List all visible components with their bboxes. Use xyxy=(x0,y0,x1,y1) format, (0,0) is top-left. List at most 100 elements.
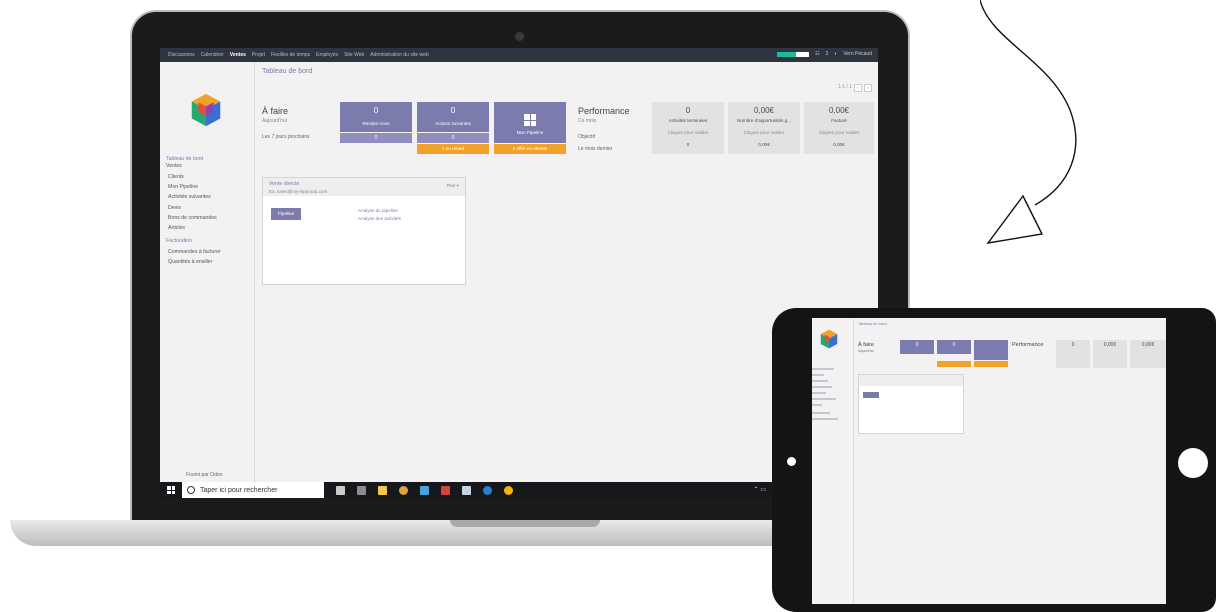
pager-value[interactable]: 1-1 / 1 xyxy=(838,84,852,92)
menu-ventes[interactable]: Ventes xyxy=(230,52,246,58)
pipeline-button[interactable]: Pipeline xyxy=(271,208,301,220)
sidebar-item-clients[interactable]: Clients xyxy=(168,174,184,180)
actions-late-badge[interactable] xyxy=(937,361,971,367)
tablet-home-button[interactable] xyxy=(1178,448,1208,478)
sidebar-item[interactable] xyxy=(812,374,824,376)
perf-value: 0 xyxy=(1071,342,1075,348)
perf-tile-opportunites[interactable]: 0,00€ xyxy=(1093,340,1127,368)
menu-projet[interactable]: Projet xyxy=(252,52,265,58)
perf-tile-facture[interactable]: 0,00€ Facturé Cliquez pour valider 0,00€ xyxy=(804,102,874,154)
menu-site-web[interactable]: Site Web xyxy=(344,52,364,58)
perf-label: Activités terminées xyxy=(668,118,708,123)
camera-icon xyxy=(515,32,524,41)
microphone-icon[interactable] xyxy=(336,485,345,495)
perf-tile-activites[interactable]: 0 xyxy=(1056,340,1090,368)
app-icon[interactable] xyxy=(504,485,513,495)
pager-next-icon[interactable]: › xyxy=(864,84,872,92)
chrome-icon[interactable] xyxy=(399,485,408,495)
grid-icon xyxy=(524,114,536,126)
todo-next-label: Les 7 jours prochains xyxy=(262,134,310,140)
sidebar-item-bons-de-commandes[interactable]: Bons de commandes xyxy=(168,215,217,221)
perf-value: 0,00€ xyxy=(753,106,775,115)
sidebar-item-tableau-de-bord[interactable]: Tableau de bord xyxy=(166,156,203,162)
performance-title: Performance xyxy=(1012,342,1044,348)
menu-employes[interactable]: Employés xyxy=(316,52,338,58)
sidebar-item[interactable] xyxy=(812,380,828,382)
sidebar-item-devis[interactable]: Devis xyxy=(168,205,181,211)
sidebar-item-quantites[interactable]: Quantités à ensiller xyxy=(168,259,212,265)
sidebar-item[interactable] xyxy=(812,398,836,400)
tablet-screen: Tableau de bord À faire Aujourd'hui 0 0 … xyxy=(812,318,1166,604)
menu-feuilles-de-temps[interactable]: Feuilles de temps xyxy=(271,52,310,58)
messages-count[interactable]: 3 xyxy=(826,51,829,57)
menu-discussions[interactable]: Discussions xyxy=(168,52,195,58)
menu-admin-site-web[interactable]: Administration du site web xyxy=(370,52,428,58)
tablet-sidebar xyxy=(812,318,854,604)
user-avatar-icon[interactable]: ◐ xyxy=(834,51,837,57)
performance-target-label: Objectif xyxy=(578,134,595,140)
sidebar-item[interactable] xyxy=(812,412,830,414)
team-more-dropdown[interactable]: Plus ▾ xyxy=(446,183,459,189)
perf-target[interactable]: Cliquez pour valider xyxy=(652,130,724,135)
office-icon[interactable] xyxy=(441,485,450,495)
sidebar-item-activites[interactable]: Activités suivantes xyxy=(168,194,211,200)
activities-analysis-link[interactable]: Analyse des activités xyxy=(358,216,401,221)
pipeline-tile[interactable] xyxy=(974,340,1008,360)
actions-tile[interactable]: 0 Actions suivantes xyxy=(417,102,489,132)
pipeline-pending-badge[interactable] xyxy=(974,361,1008,367)
pipeline-tile[interactable]: Mon Pipeline xyxy=(494,102,566,143)
sidebar-item-mon-pipeline[interactable]: Mon Pipeline xyxy=(168,184,198,190)
sidebar-item[interactable] xyxy=(812,368,834,370)
company-logo xyxy=(166,70,246,150)
meetings-count: 0 xyxy=(373,106,379,115)
sidebar: Tableau de bord Ventes Clients Mon Pipel… xyxy=(160,62,255,482)
perf-tile-opportunites[interactable]: 0,00€ Nombre d'opportunités g... Cliquez… xyxy=(728,102,800,154)
sidebar-item-articles[interactable]: Articles xyxy=(168,225,185,231)
perf-tile-activites[interactable]: 0 Activités terminées Cliquez pour valid… xyxy=(652,102,724,154)
sidebar-item[interactable] xyxy=(812,404,822,406)
tablet-camera-icon xyxy=(787,457,796,466)
perf-label: Facturé xyxy=(831,118,847,123)
perf-last-month: 0,00€ xyxy=(758,142,770,147)
task-view-icon[interactable] xyxy=(357,485,366,495)
arrow-decoration xyxy=(980,0,1077,244)
perf-value: 0 xyxy=(685,106,691,115)
meetings-tile[interactable]: 0 Rendez-vous xyxy=(340,102,412,132)
actions-week-count[interactable]: 0 xyxy=(417,133,489,143)
meetings-tile[interactable]: 0 xyxy=(900,340,934,354)
pipeline-button[interactable] xyxy=(863,392,879,398)
perf-value: 0,00€ xyxy=(828,106,850,115)
edge-icon[interactable] xyxy=(483,485,492,495)
sidebar-item[interactable] xyxy=(812,418,838,420)
navbar-systray: ☷ 3 ◐ Vern Pécaud xyxy=(777,51,872,57)
pipeline-pending-badge[interactable]: 1 offre en attente xyxy=(494,144,566,154)
perf-tile-facture[interactable]: 0,00€ xyxy=(1130,340,1166,368)
actions-tile[interactable]: 0 xyxy=(937,340,971,354)
pipeline-analysis-link[interactable]: Analyse du pipeline xyxy=(358,208,398,213)
onboarding-progress[interactable] xyxy=(777,51,810,57)
sidebar-item-commandes-a-facturer[interactable]: Commandes à facturer xyxy=(168,249,221,255)
actions-count: 0 xyxy=(450,106,456,115)
user-menu[interactable]: Vern Pécaud xyxy=(843,51,872,57)
cube-logo-icon xyxy=(191,93,221,127)
powered-by[interactable]: Fourni par Odoo xyxy=(186,472,222,478)
windows-start-button[interactable] xyxy=(160,482,182,498)
sidebar-item[interactable] xyxy=(812,386,832,388)
perf-label: Nombre d'opportunités g... xyxy=(737,118,791,123)
system-tray[interactable]: ⌃ ▭ xyxy=(754,486,766,493)
perf-target[interactable]: Cliquez pour valider xyxy=(804,130,874,135)
meetings-week-count[interactable]: 0 xyxy=(340,133,412,143)
taskbar-search[interactable]: Taper ici pour rechercher xyxy=(182,482,324,498)
perf-target[interactable]: Cliquez pour valider xyxy=(728,130,800,135)
sidebar-item[interactable] xyxy=(812,392,826,394)
menu-calendrier[interactable]: Calendrier xyxy=(201,52,224,58)
team-name[interactable]: Vente directe xyxy=(269,181,459,187)
pager-prev-icon[interactable]: ‹ xyxy=(854,84,862,92)
file-explorer-icon[interactable] xyxy=(378,485,387,495)
actions-late-badge[interactable]: 1 en retard xyxy=(417,144,489,154)
chat-icon[interactable]: ☷ xyxy=(815,51,819,57)
store-icon[interactable] xyxy=(420,485,429,495)
photos-icon[interactable] xyxy=(462,485,471,495)
laptop-screen: Discussions Calendrier Ventes Projet Feu… xyxy=(160,48,878,498)
meetings-count: 0 xyxy=(915,342,919,348)
